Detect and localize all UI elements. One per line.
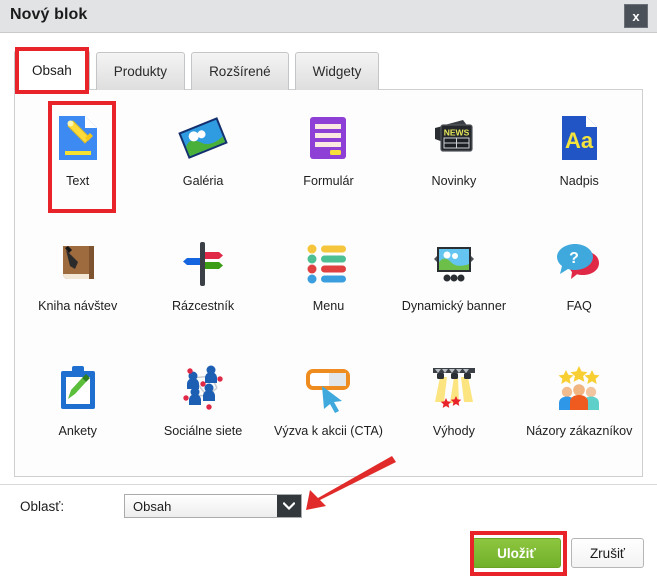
block-item-label: Nadpis: [559, 174, 599, 188]
block-item-label: Výhody: [432, 424, 475, 438]
cta-cursor-button-icon: [302, 362, 354, 414]
block-item-socialne-siete[interactable]: Sociálne siete: [140, 348, 265, 473]
block-item-label: Názory zákazníkov: [526, 424, 633, 438]
block-item-text[interactable]: Text: [15, 98, 140, 223]
block-item-galeria[interactable]: Galéria: [140, 98, 265, 223]
block-item-label: Galéria: [182, 174, 224, 188]
block-item-label: Výzva k akcii (CTA): [274, 424, 383, 438]
tab-bar: Obsah Produkty Rozšírené Widgety: [14, 50, 385, 90]
faq-speech-bubble-icon: ?: [553, 237, 605, 289]
block-item-label: Text: [66, 174, 90, 188]
heading-aa-icon: Aa: [553, 112, 605, 164]
svg-text:Aa: Aa: [565, 128, 594, 153]
block-item-faq[interactable]: ? FAQ: [517, 223, 642, 348]
dynamic-banner-icon: [428, 237, 480, 289]
area-field-row: Oblasť: Obsah: [20, 494, 302, 518]
block-type-grid: Text Galéria Formulár NEWS Novinky Aa Na…: [15, 98, 642, 473]
block-item-nadpis[interactable]: Aa Nadpis: [517, 98, 642, 223]
block-item-vyhody[interactable]: Výhody: [391, 348, 516, 473]
block-item-ankety[interactable]: Ankety: [15, 348, 140, 473]
block-item-kniha-navstev[interactable]: Kniha návštev: [15, 223, 140, 348]
tab-label: Rozšírené: [209, 64, 271, 79]
dialog-titlebar: Nový blok x: [0, 0, 657, 33]
block-item-menu[interactable]: Menu: [266, 223, 391, 348]
block-item-label: Dynamický banner: [401, 299, 507, 313]
tab-label: Widgety: [312, 64, 362, 79]
tab-produkty[interactable]: Produkty: [95, 52, 186, 90]
block-item-label: Sociálne siete: [163, 424, 243, 438]
chevron-down-icon[interactable]: [277, 495, 301, 517]
block-item-formular[interactable]: Formulár: [266, 98, 391, 223]
tab-rozsirene[interactable]: Rozšírené: [191, 52, 289, 90]
social-network-icon: [177, 362, 229, 414]
block-item-label: FAQ: [566, 299, 592, 313]
footer-divider: [0, 484, 657, 485]
block-item-label: Ankety: [58, 424, 97, 438]
block-item-razcestnik[interactable]: Rázcestník: [140, 223, 265, 348]
block-item-nazory-zakaznikov[interactable]: Názory zákazníkov: [517, 348, 642, 473]
page-title: Nový blok: [10, 6, 88, 23]
block-item-label: Formulár: [303, 174, 354, 188]
gallery-photo-icon: [177, 112, 229, 164]
customer-reviews-stars-icon: [553, 362, 605, 414]
new-block-dialog: Nový blok x Obsah Produkty Rozšírené Wid…: [0, 0, 657, 578]
dialog-actions: Uložiť Zrušiť: [471, 538, 644, 568]
svg-text:?: ?: [569, 250, 579, 267]
tab-label: Produkty: [113, 64, 168, 79]
area-label: Oblasť:: [20, 498, 65, 514]
svg-text:NEWS: NEWS: [444, 128, 470, 138]
form-icon: [302, 112, 354, 164]
guestbook-icon: [52, 237, 104, 289]
text-document-pencil-icon: [52, 112, 104, 164]
tab-label: Obsah: [32, 63, 72, 78]
block-item-dynamicky-banner[interactable]: Dynamický banner: [391, 223, 516, 348]
area-select-value: Obsah: [133, 498, 172, 514]
close-icon[interactable]: x: [624, 4, 648, 28]
block-item-label: Novinky: [431, 174, 477, 188]
area-select[interactable]: Obsah: [124, 494, 302, 518]
menu-list-icon: [302, 237, 354, 289]
benefits-spotlight-icon: [428, 362, 480, 414]
tab-obsah[interactable]: Obsah: [14, 50, 90, 90]
block-item-novinky[interactable]: NEWS Novinky: [391, 98, 516, 223]
poll-clipboard-icon: [52, 362, 104, 414]
block-item-cta[interactable]: Výzva k akcii (CTA): [266, 348, 391, 473]
block-item-label: Kniha návštev: [38, 299, 118, 313]
signpost-icon: [177, 237, 229, 289]
block-item-label: Rázcestník: [171, 299, 235, 313]
save-button[interactable]: Uložiť: [471, 538, 561, 568]
news-icon: NEWS: [428, 112, 480, 164]
tab-widgety[interactable]: Widgety: [294, 52, 380, 90]
block-item-label: Menu: [312, 299, 345, 313]
block-type-panel: Text Galéria Formulár NEWS Novinky Aa Na…: [14, 89, 643, 477]
cancel-button[interactable]: Zrušiť: [570, 538, 644, 568]
